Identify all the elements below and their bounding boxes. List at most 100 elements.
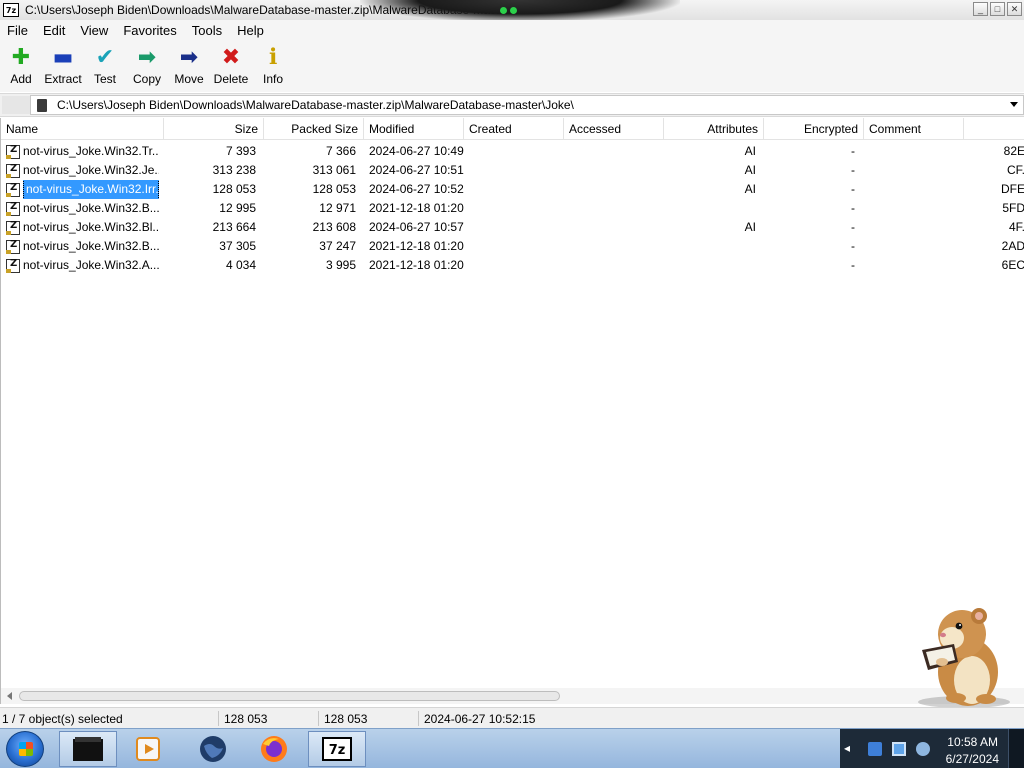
table-row[interactable]: not-virus_Joke.Win32.Irr... 128 053 128 05… — [1, 180, 1024, 199]
table-row[interactable]: not-virus_Joke.Win32.Bl... 213 664 213 608… — [1, 218, 1024, 237]
menu-help[interactable]: Help — [230, 23, 272, 38]
menu-view[interactable]: View — [73, 23, 116, 38]
move-button[interactable]: ➡ Move — [168, 40, 210, 92]
file-name[interactable]: not-virus_Joke.Win32.B... — [23, 199, 159, 218]
column-encrypted[interactable]: Encrypted — [764, 118, 864, 140]
cell-name: not-virus_Joke.Win32.Bl... — [1, 218, 164, 237]
chevron-down-icon[interactable] — [1010, 102, 1018, 107]
cell-modified: 2024-06-27 10:57 — [369, 220, 464, 234]
copy-button[interactable]: ➡ Copy — [126, 40, 168, 92]
info-icon: ℹ — [268, 44, 278, 70]
cell-crc: DFE — [1001, 182, 1024, 196]
7zip-icon: 7z — [322, 737, 352, 761]
info-button[interactable]: ℹ Info — [252, 40, 294, 92]
status-size: 128 053 — [224, 712, 268, 726]
extract-button[interactable]: ▬ Extract — [42, 40, 84, 92]
add-button[interactable]: ✚ Add — [0, 40, 42, 92]
window-controls: _ □ ✕ — [973, 2, 1022, 16]
table-row[interactable]: not-virus_Joke.Win32.Je... 313 238 313 061… — [1, 161, 1024, 180]
clock-time[interactable]: 10:58 AM — [947, 735, 998, 749]
cell-comment — [864, 142, 964, 161]
file-name[interactable]: not-virus_Joke.Win32.Tr... — [23, 142, 159, 161]
tray-expand-icon[interactable]: ◂ — [844, 741, 858, 755]
7zip-app-icon[interactable]: 7z — [3, 3, 19, 17]
monitor-icon[interactable] — [892, 742, 906, 756]
scroll-left-icon[interactable] — [7, 692, 12, 700]
add-icon: ✚ — [11, 44, 31, 70]
horizontal-scrollbar[interactable] — [1, 688, 1024, 704]
show-desktop-button[interactable] — [1008, 729, 1024, 768]
delete-button[interactable]: ✖ Delete — [210, 40, 252, 92]
file-name[interactable]: not-virus_Joke.Win32.A... — [23, 256, 159, 275]
taskbar-item-globe[interactable] — [184, 731, 242, 767]
cell-size: 213 664 — [212, 220, 256, 234]
column-crc[interactable] — [964, 118, 1024, 140]
test-icon: ✔ — [95, 44, 115, 70]
network-icon[interactable] — [868, 742, 882, 756]
close-button[interactable]: ✕ — [1007, 2, 1022, 16]
cell-accessed — [564, 237, 664, 256]
menu-favorites[interactable]: Favorites — [116, 23, 184, 38]
toolbar-label: Add — [10, 72, 32, 86]
column-packed-size[interactable]: Packed Size — [264, 118, 364, 140]
toolbar-label: Info — [262, 72, 283, 86]
cell-comment — [864, 161, 964, 180]
cell-created — [464, 180, 564, 199]
toolbar-label: Test — [93, 72, 116, 86]
cell-encrypted: - — [851, 144, 855, 158]
cell-size: 7 393 — [225, 144, 256, 158]
drive-icon — [37, 98, 47, 112]
column-accessed[interactable]: Accessed — [564, 118, 664, 140]
file-list[interactable]: Name Size Packed Size Modified Created A… — [0, 118, 1024, 704]
clock-date[interactable]: 6/27/2024 — [946, 752, 999, 766]
file-name[interactable]: not-virus_Joke.Win32.Bl... — [23, 218, 159, 237]
scroll-thumb[interactable] — [19, 691, 560, 701]
cell-name: not-virus_Joke.Win32.Tr... — [1, 142, 164, 161]
menu-file[interactable]: File — [0, 23, 36, 38]
maximize-button[interactable]: □ — [990, 2, 1005, 16]
toolbar-label: Move — [174, 72, 204, 86]
cell-comment — [864, 218, 964, 237]
cell-encrypted: - — [851, 258, 855, 272]
minimize-button[interactable]: _ — [973, 2, 988, 16]
address-bar: C:\Users\Joseph Biden\Downloads\MalwareD… — [0, 93, 1024, 117]
taskbar-item-7zip[interactable]: 7z — [308, 731, 366, 767]
address-field[interactable]: C:\Users\Joseph Biden\Downloads\MalwareD… — [30, 95, 1024, 115]
test-button[interactable]: ✔ Test — [84, 40, 126, 92]
title-bar[interactable]: 7z C:\Users\Joseph Biden\Downloads\Malwa… — [0, 0, 1024, 22]
taskbar: 7z ◂ 10:58 AM 6/27/2024 — [0, 728, 1024, 768]
archive-file-icon — [6, 182, 20, 197]
hamster-mascot — [918, 608, 1010, 708]
column-created[interactable]: Created — [464, 118, 564, 140]
table-row[interactable]: not-virus_Joke.Win32.B... 12 995 12 971 202… — [1, 199, 1024, 218]
table-row[interactable]: not-virus_Joke.Win32.Tr... 7 393 7 366 2024… — [1, 142, 1024, 161]
column-name[interactable]: Name — [1, 118, 164, 140]
table-row[interactable]: not-virus_Joke.Win32.A... 4 034 3 995 2021-… — [1, 256, 1024, 275]
parent-folder-button[interactable] — [2, 96, 30, 114]
menu-bar: File Edit View Favorites Tools Help — [0, 20, 1024, 40]
volume-icon[interactable] — [916, 742, 930, 756]
file-name[interactable]: not-virus_Joke.Win32.Je... — [23, 161, 159, 180]
table-row[interactable]: not-virus_Joke.Win32.B... 37 305 37 247 202… — [1, 237, 1024, 256]
menu-edit[interactable]: Edit — [36, 23, 73, 38]
cell-accessed — [564, 199, 664, 218]
taskbar-item-terminal[interactable] — [59, 731, 117, 767]
file-name[interactable]: not-virus_Joke.Win32.B... — [23, 237, 159, 256]
archive-file-icon — [6, 144, 20, 159]
start-button[interactable] — [6, 731, 44, 767]
file-name[interactable]: not-virus_Joke.Win32.Irr... — [23, 180, 159, 199]
taskbar-item-firefox[interactable] — [245, 731, 303, 767]
cell-size: 128 053 — [212, 182, 256, 196]
column-modified[interactable]: Modified — [364, 118, 464, 140]
cell-packed-size: 128 053 — [312, 182, 356, 196]
menu-tools[interactable]: Tools — [185, 23, 230, 38]
toolbar-label: Delete — [213, 72, 249, 86]
taskbar-item-media-player[interactable] — [119, 731, 177, 767]
cell-crc: 6EC — [1001, 258, 1024, 272]
column-size[interactable]: Size — [164, 118, 264, 140]
cell-encrypted: - — [851, 220, 855, 234]
cell-size: 37 305 — [219, 239, 256, 253]
column-comment[interactable]: Comment — [864, 118, 964, 140]
column-attributes[interactable]: Attributes — [664, 118, 764, 140]
cell-packed-size: 37 247 — [319, 239, 356, 253]
